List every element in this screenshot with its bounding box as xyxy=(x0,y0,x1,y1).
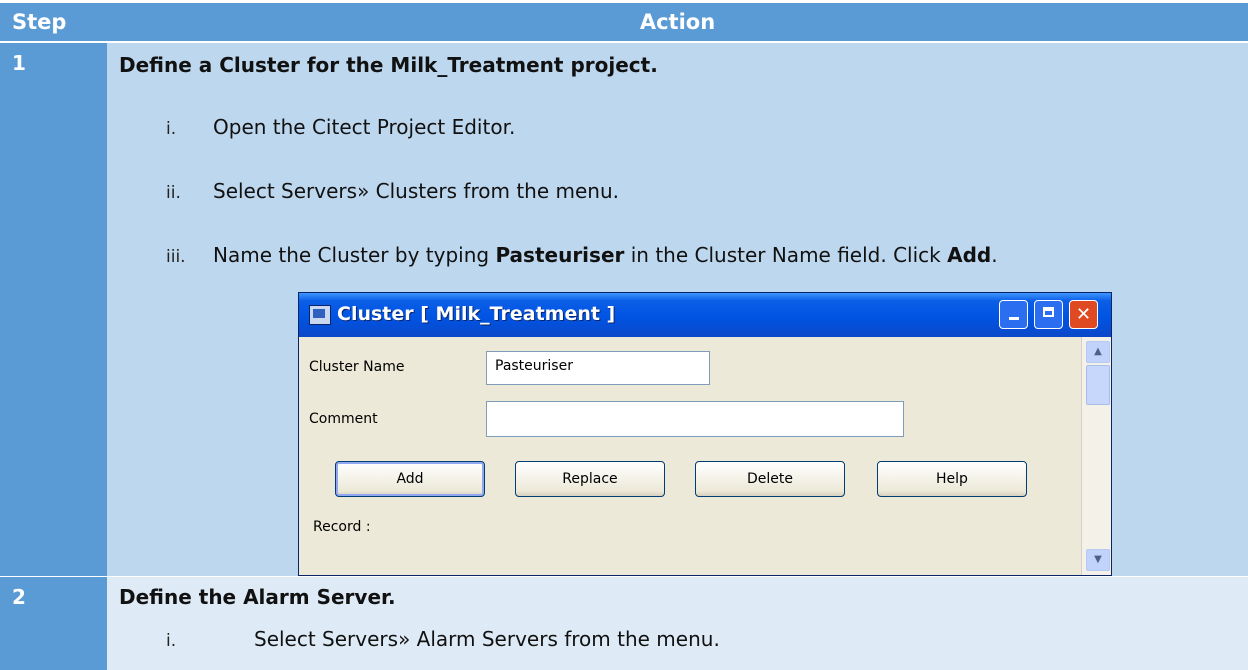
step-cell-1: 1 xyxy=(0,43,107,576)
cluster-dialog: Cluster [ Milk_Treatment ] ✕ Cluster Nam… xyxy=(298,292,1112,576)
add-button[interactable]: Add xyxy=(335,461,485,497)
app-icon xyxy=(309,305,331,325)
scroll-up-icon[interactable]: ▲ xyxy=(1086,341,1110,363)
item-text-bold: Pasteuriser xyxy=(495,243,625,267)
close-button[interactable]: ✕ xyxy=(1069,300,1098,329)
item-number: ii. xyxy=(166,183,181,203)
minimize-button[interactable] xyxy=(999,300,1028,329)
dialog-titlebar[interactable]: Cluster [ Milk_Treatment ] ✕ xyxy=(299,293,1111,337)
header-step: Step xyxy=(0,3,107,41)
comment-field[interactable] xyxy=(486,401,904,437)
item-number: i. xyxy=(166,631,177,651)
delete-button[interactable]: Delete xyxy=(695,461,845,497)
vertical-scrollbar[interactable]: ▲ ▼ xyxy=(1081,337,1111,575)
step-heading: Define a Cluster for the Milk_Treatment … xyxy=(119,53,658,77)
cluster-name-field[interactable]: Pasteuriser xyxy=(486,351,710,385)
step-cell-2: 2 xyxy=(0,577,107,670)
item-text-part: Name the Cluster by typing xyxy=(213,243,496,267)
close-icon: ✕ xyxy=(1075,304,1092,325)
item-text-bold: Add xyxy=(947,243,992,267)
step-number: 1 xyxy=(12,51,26,75)
step-number: 2 xyxy=(12,585,26,609)
list-item: i. Open the Citect Project Editor. xyxy=(166,115,515,139)
item-text: Select Servers» Alarm Servers from the m… xyxy=(254,627,720,651)
action-cell-2: Define the Alarm Server. i. Select Server… xyxy=(107,577,1248,670)
list-item: i. Select Servers» Alarm Servers from the… xyxy=(166,627,720,651)
scroll-down-icon[interactable]: ▼ xyxy=(1086,549,1110,571)
replace-button[interactable]: Replace xyxy=(515,461,665,497)
header-action: Action xyxy=(107,3,1248,41)
comment-label: Comment xyxy=(309,411,378,427)
document-page: Step Action 1 Define a Cluster for the M… xyxy=(0,0,1248,670)
item-number: iii. xyxy=(166,247,186,267)
item-text: Select Servers» Clusters from the menu. xyxy=(213,179,619,203)
cluster-name-label: Cluster Name xyxy=(309,359,405,375)
step-heading: Define the Alarm Server. xyxy=(119,585,396,609)
item-number: i. xyxy=(166,119,177,139)
list-item: ii. Select Servers» Clusters from the men… xyxy=(166,179,619,203)
record-label: Record : xyxy=(313,519,371,535)
maximize-button[interactable] xyxy=(1034,300,1063,329)
scroll-thumb[interactable] xyxy=(1086,365,1110,405)
dialog-body: Cluster Name Pasteuriser Comment Add Rep… xyxy=(299,337,1081,575)
item-text: Open the Citect Project Editor. xyxy=(213,115,516,139)
help-button[interactable]: Help xyxy=(877,461,1027,497)
list-item: iii. Name the Cluster by typing Pasteuris… xyxy=(166,243,998,267)
dialog-title: Cluster [ Milk_Treatment ] xyxy=(337,303,616,325)
item-text-part: in the Cluster Name field. Click xyxy=(624,243,948,267)
maximize-icon xyxy=(1043,307,1054,317)
item-text-part: . xyxy=(991,243,998,267)
minimize-icon xyxy=(1008,317,1019,320)
